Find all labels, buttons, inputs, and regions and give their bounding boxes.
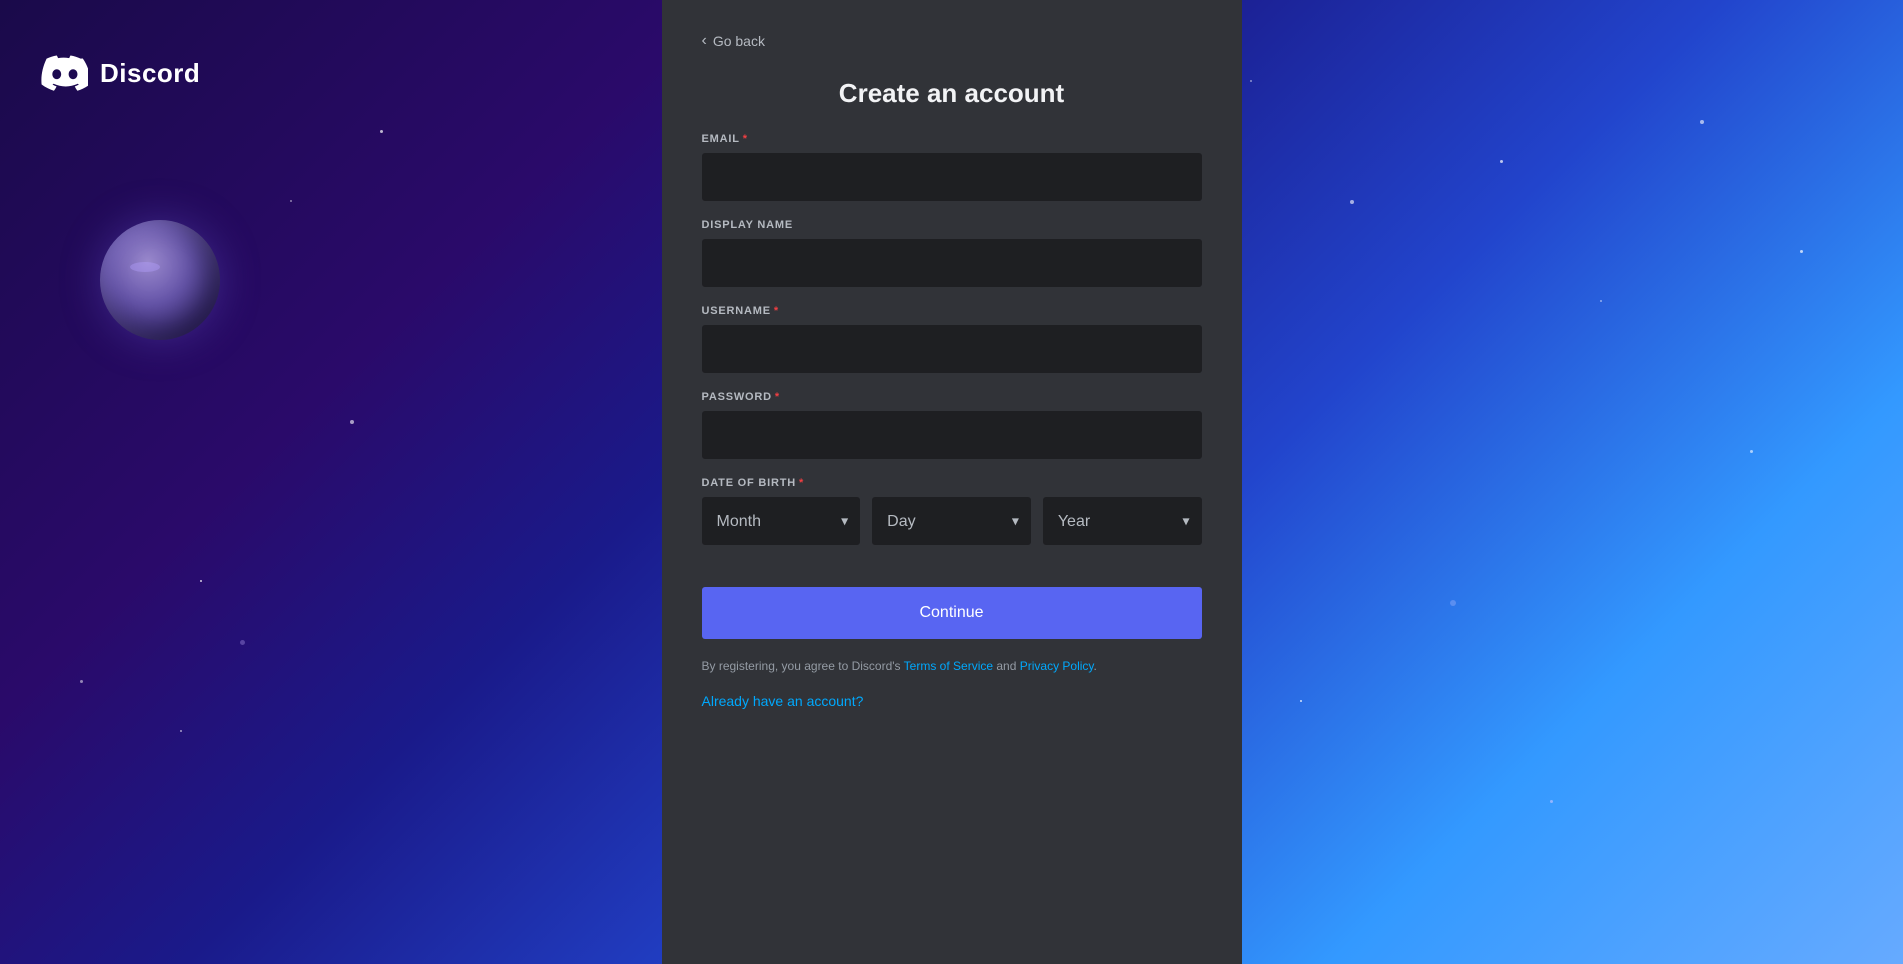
display-name-input[interactable]	[702, 239, 1202, 287]
registration-modal: ‹ Go back Create an account EMAIL* DISPL…	[662, 0, 1242, 964]
username-input[interactable]	[702, 325, 1202, 373]
privacy-policy-link[interactable]: Privacy Policy	[1020, 659, 1094, 673]
username-required-star: *	[774, 305, 779, 317]
username-label: USERNAME*	[702, 305, 1202, 317]
day-select-wrapper: Day for(let i=1;i<=31;i++) document.writ…	[872, 497, 1031, 545]
email-input[interactable]	[702, 153, 1202, 201]
dob-label: DATE OF BIRTH*	[702, 477, 1202, 489]
username-form-group: USERNAME*	[702, 305, 1202, 373]
display-name-label: DISPLAY NAME	[702, 219, 1202, 231]
year-select-wrapper: Year for(let y=new Date().getFullYear();…	[1043, 497, 1202, 545]
terms-of-service-link[interactable]: Terms of Service	[904, 659, 993, 673]
day-select[interactable]: Day for(let i=1;i<=31;i++) document.writ…	[872, 497, 1031, 545]
chevron-left-icon: ‹	[702, 32, 707, 50]
dob-row: Month January February March April May J…	[702, 497, 1202, 545]
display-name-form-group: DISPLAY NAME	[702, 219, 1202, 287]
email-label: EMAIL*	[702, 133, 1202, 145]
go-back-link[interactable]: ‹ Go back	[702, 32, 1202, 50]
modal-title: Create an account	[702, 78, 1202, 109]
dob-required-star: *	[799, 477, 804, 489]
password-label: PASSWORD*	[702, 391, 1202, 403]
password-form-group: PASSWORD*	[702, 391, 1202, 459]
password-input[interactable]	[702, 411, 1202, 459]
email-required-star: *	[743, 133, 748, 145]
continue-button[interactable]: Continue	[702, 587, 1202, 639]
terms-text: By registering, you agree to Discord's T…	[702, 657, 1202, 675]
year-select[interactable]: Year for(let y=new Date().getFullYear();…	[1043, 497, 1202, 545]
month-select-wrapper: Month January February March April May J…	[702, 497, 861, 545]
go-back-label: Go back	[713, 33, 765, 49]
modal-overlay: ‹ Go back Create an account EMAIL* DISPL…	[0, 0, 1903, 964]
email-form-group: EMAIL*	[702, 133, 1202, 201]
password-required-star: *	[775, 391, 780, 403]
dob-form-group: DATE OF BIRTH* Month January February Ma…	[702, 477, 1202, 545]
login-link[interactable]: Already have an account?	[702, 693, 1202, 709]
month-select[interactable]: Month January February March April May J…	[702, 497, 861, 545]
